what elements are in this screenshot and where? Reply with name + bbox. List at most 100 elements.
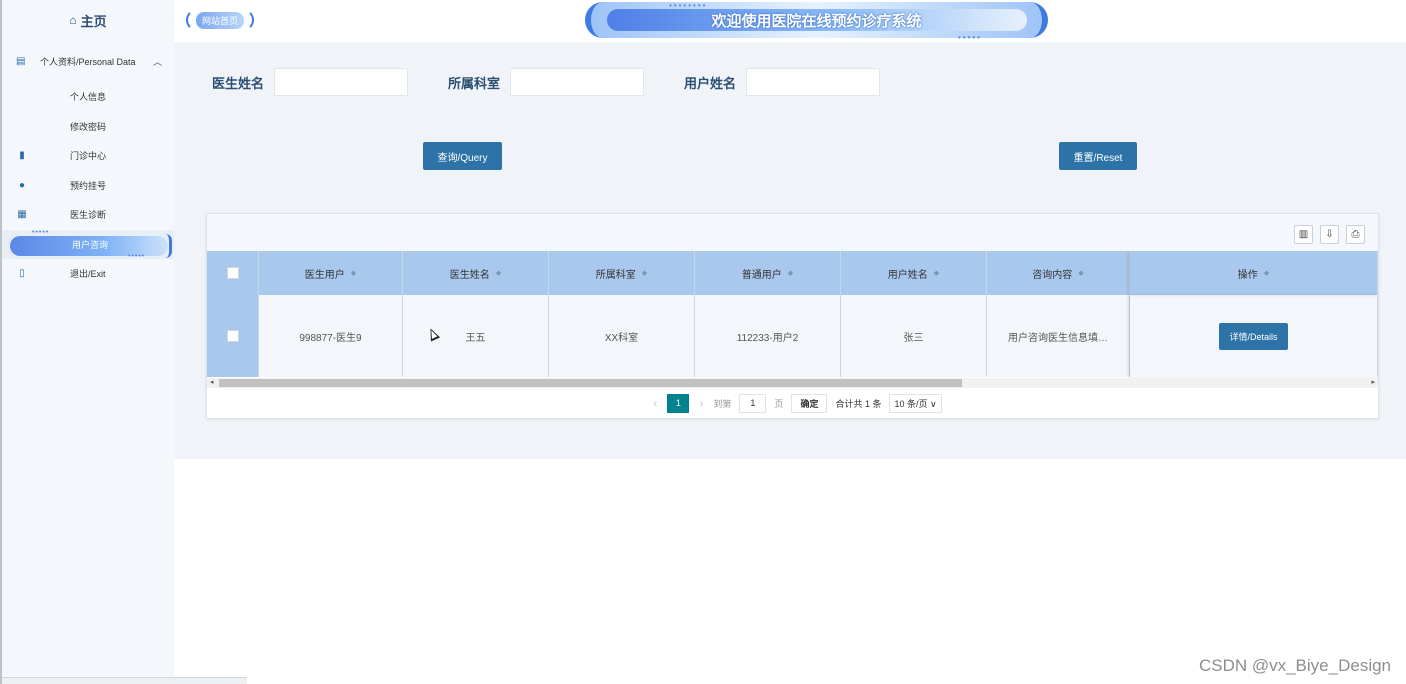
scroll-right-icon[interactable]: ▸: [1371, 378, 1375, 386]
cell-content: 用户咨询医生信息填…: [987, 295, 1130, 377]
home-icon: ⌂: [69, 13, 77, 27]
column-header-content[interactable]: 咨询内容 ◆: [987, 251, 1130, 295]
sort-icon[interactable]: ◆: [642, 269, 647, 277]
scrollbar-thumb[interactable]: [219, 379, 962, 387]
query-button[interactable]: 查询/Query: [423, 142, 502, 170]
top-header: 网站首页 •••••••• 欢迎使用医院在线预约诊疗系统 •••••: [174, 0, 1406, 42]
site-home-link[interactable]: 网站首页: [186, 9, 254, 31]
select-all-checkbox[interactable]: [226, 267, 239, 279]
pagination: ‹ 1 › 到第 页 确定 合计共 1 条 10 条/页 ∨: [207, 388, 1378, 418]
sidebar-item-change-password[interactable]: 修改密码: [2, 111, 174, 141]
prev-page-icon[interactable]: ‹: [653, 396, 657, 410]
system-title: 欢迎使用医院在线预约诊疗系统: [606, 9, 1027, 31]
sort-icon[interactable]: ◆: [496, 269, 501, 277]
goto-confirm-button[interactable]: 确定: [791, 393, 828, 413]
horizontal-scrollbar[interactable]: ◂ ▸: [207, 378, 1378, 388]
column-header-department[interactable]: 所属科室 ◆: [549, 251, 695, 295]
department-input[interactable]: [510, 68, 645, 96]
sidebar-group-personal-data[interactable]: ▤ 个人资料/Personal Data ︿: [2, 41, 174, 81]
decor-dots: •••••: [957, 33, 982, 42]
sidebar-item-exit[interactable]: ▯ 退出/Exit: [2, 259, 174, 289]
sidebar-group-label: 个人资料/Personal Data: [40, 56, 136, 67]
department-label: 所属科室: [448, 75, 501, 91]
column-header-label: 操作: [1237, 269, 1258, 281]
column-header-actions[interactable]: 操作 ◆: [1130, 251, 1378, 295]
goto-label: 到第: [713, 398, 732, 409]
cell-actions: 详情/Details: [1130, 295, 1378, 377]
cell-doctor-user: 998877-医生9: [259, 295, 403, 377]
select-all-cell: [207, 251, 259, 295]
column-header-label: 用户姓名: [887, 269, 928, 281]
row-select-cell: [207, 295, 259, 377]
document-icon: ▤: [16, 55, 26, 67]
columns-filter-icon[interactable]: ▥: [1294, 225, 1313, 244]
user-name-input[interactable]: [746, 68, 881, 96]
page-size-select[interactable]: 10 条/页 ∨: [889, 393, 942, 413]
column-header-normal-user[interactable]: 普通用户 ◆: [695, 251, 841, 295]
sidebar-item-label: 退出/Exit: [70, 269, 106, 280]
cell-doctor-name: 王五: [403, 295, 549, 377]
page-unit-label: 页: [774, 398, 784, 409]
sidebar-item-label: 门诊中心: [70, 151, 107, 162]
sort-icon[interactable]: ◆: [788, 269, 793, 277]
cell-normal-user: 112233-用户2: [695, 295, 841, 377]
sort-icon[interactable]: ◆: [1078, 269, 1083, 277]
sidebar-item-personal-info[interactable]: 个人信息: [2, 81, 174, 111]
site-home-label: 网站首页: [195, 11, 244, 29]
column-header-doctor-name[interactable]: 医生姓名 ◆: [403, 251, 549, 295]
data-table: 医生用户 ◆ 医生姓名 ◆ 所属科室 ◆ 普通用户 ◆ 用户姓名 ◆ 咨询内容 ◆ 操作 ◆ …: [207, 251, 1378, 378]
sidebar-item-diagnosis[interactable]: ▦ 医生诊断: [2, 200, 174, 230]
browser-status-bar: [2, 677, 247, 684]
export-icon[interactable]: ⇩: [1320, 225, 1339, 244]
sidebar-home-label: 主页: [80, 13, 107, 29]
system-title-banner: •••••••• 欢迎使用医院在线预约诊疗系统 •••••: [585, 1, 1048, 42]
main-content: 医生姓名 所属科室 用户姓名 查询/Query 重置/Reset ▥ ⇩ ⎙ 医…: [174, 42, 1406, 459]
next-page-icon[interactable]: ›: [699, 396, 703, 410]
sort-icon[interactable]: ◆: [934, 269, 939, 277]
sidebar-home[interactable]: ⌂ 主页: [2, 0, 174, 40]
decor-dots: •••••: [32, 228, 50, 236]
filter-doctor-name: 医生姓名: [212, 68, 409, 96]
current-page[interactable]: 1: [667, 393, 690, 413]
reset-button[interactable]: 重置/Reset: [1059, 142, 1137, 170]
doctor-name-input[interactable]: [274, 68, 409, 96]
sidebar-item-label: 修改密码: [70, 121, 107, 132]
column-header-label: 所属科室: [595, 269, 636, 281]
sidebar-item-label: 医生诊断: [70, 210, 107, 221]
user-name-label: 用户姓名: [684, 75, 737, 91]
total-count: 合计共 1 条: [835, 398, 882, 409]
chevron-up-icon: ︿: [152, 57, 162, 67]
decor-dots: ••••••••: [669, 1, 708, 10]
book-icon: ▯: [19, 268, 25, 280]
table-toolbar: ▥ ⇩ ⎙: [207, 214, 1378, 251]
column-header-label: 普通用户: [741, 269, 782, 281]
row-checkbox[interactable]: [226, 330, 239, 342]
table-row: 998877-医生9 王五 XX科室 112233-用户2 张三 用户咨询医生信…: [207, 295, 1378, 377]
app-root: ⌂ 主页 ▤ 个人资料/Personal Data ︿ 个人信息 修改密码 ▮ …: [0, 0, 1406, 684]
cell-user-name: 张三: [841, 295, 987, 377]
column-header-label: 医生用户: [304, 269, 345, 281]
user-icon: ●: [18, 179, 26, 191]
doctor-name-label: 医生姓名: [212, 75, 265, 91]
sidebar-item-consultation[interactable]: ••••• ••••• 用户咨询: [2, 228, 174, 260]
column-header-doctor-user[interactable]: 医生用户 ◆: [259, 251, 403, 295]
column-header-user-name[interactable]: 用户姓名 ◆: [841, 251, 987, 295]
sidebar: ⌂ 主页 ▤ 个人资料/Personal Data ︿ 个人信息 修改密码 ▮ …: [0, 0, 247, 684]
sort-icon[interactable]: ◆: [1264, 269, 1269, 277]
details-button[interactable]: 详情/Details: [1219, 322, 1288, 350]
print-icon[interactable]: ⎙: [1346, 225, 1365, 244]
sidebar-item-appointment[interactable]: ● 预约挂号: [2, 171, 174, 201]
sidebar-item-label: 用户咨询: [72, 239, 109, 250]
cell-department: XX科室: [549, 295, 695, 377]
search-filters: 医生姓名 所属科室 用户姓名: [212, 68, 920, 96]
calendar-icon: ▦: [17, 209, 27, 221]
table-panel: ▥ ⇩ ⎙ 医生用户 ◆ 医生姓名 ◆ 所属科室 ◆ 普通用户 ◆ 用户姓名 ◆ 咨询内容…: [206, 213, 1379, 419]
goto-page-input[interactable]: [739, 393, 767, 413]
sort-icon[interactable]: ◆: [351, 269, 356, 277]
watermark: CSDN @vx_Biye_Design: [1198, 656, 1391, 675]
column-header-label: 医生姓名: [449, 269, 490, 281]
scroll-left-icon[interactable]: ◂: [210, 378, 214, 386]
bookmark-icon: ▮: [19, 150, 25, 162]
table-header-row: 医生用户 ◆ 医生姓名 ◆ 所属科室 ◆ 普通用户 ◆ 用户姓名 ◆ 咨询内容 ◆ 操作 ◆: [207, 251, 1378, 295]
sidebar-item-outpatient[interactable]: ▮ 门诊中心: [2, 141, 174, 171]
